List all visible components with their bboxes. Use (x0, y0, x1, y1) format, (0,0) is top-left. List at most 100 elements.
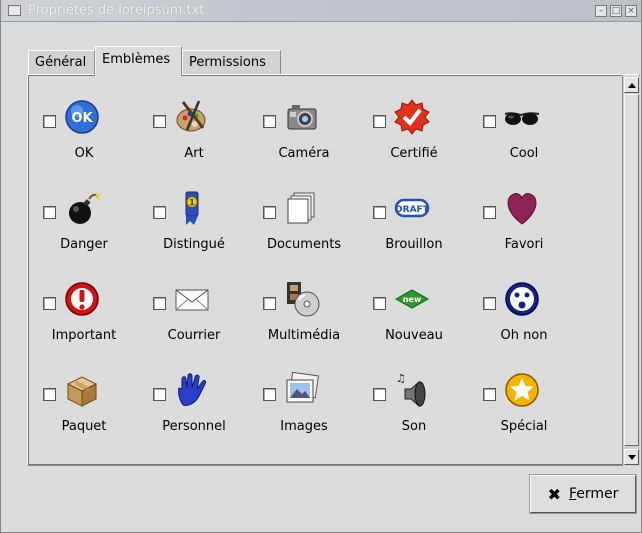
emblem-checkbox[interactable] (43, 388, 56, 401)
emblem-label: Certifié (390, 146, 438, 161)
emblem-brouillon[interactable]: DRAFT Brouillon (359, 182, 469, 262)
emblem-label: Nouveau (385, 328, 443, 343)
ribbon-icon: 1 (173, 189, 211, 227)
emblem-label: OK (74, 146, 94, 161)
emblem-label: Cool (509, 146, 539, 161)
speaker-icon: ♫ (393, 371, 431, 409)
emblem-special[interactable]: Spécial (469, 364, 579, 444)
emblem-label: Multimédia (267, 328, 341, 343)
emblem-art[interactable]: Art (139, 91, 249, 171)
emblem-checkbox[interactable] (373, 115, 386, 128)
emblem-ok[interactable]: OK OK (29, 91, 139, 171)
emblem-label: Art (184, 146, 204, 161)
tab-emblems[interactable]: Emblèmes (95, 46, 182, 76)
package-icon (63, 371, 101, 409)
vertical-scrollbar[interactable] (622, 76, 640, 466)
close-button[interactable]: ✖ Fermer (529, 474, 637, 514)
scroll-down-button[interactable] (624, 449, 639, 465)
emblem-checkbox[interactable] (43, 206, 56, 219)
certified-icon (393, 98, 431, 136)
emblem-checkbox[interactable] (43, 297, 56, 310)
emblem-images[interactable]: Images (249, 364, 359, 444)
bomb-icon (63, 189, 101, 227)
emblem-checkbox[interactable] (153, 206, 166, 219)
emblems-grid: OK OK Art Caméra Certifié Cool Danger 1 Distingu… (29, 76, 623, 466)
emblem-important[interactable]: Important (29, 273, 139, 353)
emblem-checkbox[interactable] (153, 115, 166, 128)
emblem-favori[interactable]: Favori (469, 182, 579, 262)
sunglasses-icon (503, 98, 541, 136)
svg-text:♫: ♫ (396, 372, 406, 385)
multimedia-icon (283, 280, 321, 318)
emblem-checkbox[interactable] (263, 297, 276, 310)
ok-icon: OK (63, 98, 101, 136)
close-button-label: Fermer (569, 486, 618, 502)
emblem-label: Courrier (167, 328, 221, 343)
tab-general[interactable]: Général (28, 50, 95, 74)
envelope-icon (173, 280, 211, 318)
emblem-oh-non[interactable]: Oh non (469, 273, 579, 353)
oh-no-icon (503, 280, 541, 318)
emblem-checkbox[interactable] (43, 115, 56, 128)
emblem-personnel[interactable]: Personnel (139, 364, 249, 444)
pictures-icon (283, 371, 321, 409)
emblems-panel: OK OK Art Caméra Certifié Cool Danger 1 Distingu… (27, 74, 640, 466)
maximize-button[interactable]: □ (610, 5, 622, 17)
palette-icon (173, 98, 211, 136)
emblem-label: Paquet (61, 419, 107, 434)
emblem-checkbox[interactable] (373, 206, 386, 219)
emblem-label: Distingué (163, 237, 225, 252)
window-menu-icon[interactable] (8, 5, 21, 16)
draft-icon: DRAFT (393, 189, 431, 227)
emblem-checkbox[interactable] (153, 297, 166, 310)
emblem-son[interactable]: ♫ Son (359, 364, 469, 444)
scroll-up-button[interactable] (624, 77, 639, 93)
emblem-label: Danger (60, 237, 108, 252)
emblem-checkbox[interactable] (153, 388, 166, 401)
emblem-checkbox[interactable] (483, 388, 496, 401)
hand-icon (173, 371, 211, 409)
documents-icon (283, 189, 321, 227)
emblem-checkbox[interactable] (373, 297, 386, 310)
emblem-multimedia[interactable]: Multimédia (249, 273, 359, 353)
minimize-button[interactable]: – (595, 5, 607, 17)
emblem-checkbox[interactable] (483, 206, 496, 219)
svg-text:new: new (403, 295, 422, 304)
emblem-label: Documents (266, 237, 342, 252)
emblem-label: Images (280, 419, 328, 434)
emblem-label: Oh non (500, 328, 548, 343)
emblem-checkbox[interactable] (263, 115, 276, 128)
emblem-label: Caméra (278, 146, 330, 161)
emblem-label: Brouillon (385, 237, 443, 252)
emblem-documents[interactable]: Documents (249, 182, 359, 262)
title-bar[interactable]: Propriétés de loreipsum.txt – □ × (1, 0, 641, 22)
exclamation-icon (63, 280, 101, 318)
new-icon: new (393, 280, 431, 318)
emblem-checkbox[interactable] (483, 297, 496, 310)
emblem-danger[interactable]: Danger (29, 182, 139, 262)
emblem-distingue[interactable]: 1 Distingué (139, 182, 249, 262)
close-icon: ✖ (547, 484, 561, 504)
emblem-label: Son (401, 419, 427, 434)
emblems-viewport: OK OK Art Caméra Certifié Cool Danger 1 Distingu… (28, 75, 640, 466)
emblem-checkbox[interactable] (373, 388, 386, 401)
star-icon (503, 371, 541, 409)
tab-permissions[interactable]: Permissions (182, 50, 281, 74)
close-label-rest: ermer (576, 486, 619, 502)
scroll-thumb[interactable] (624, 94, 639, 446)
close-window-button[interactable]: × (625, 5, 637, 17)
emblem-nouveau[interactable]: new Nouveau (359, 273, 469, 353)
emblem-certifie[interactable]: Certifié (359, 91, 469, 171)
emblem-label: Spécial (500, 419, 548, 434)
emblem-checkbox[interactable] (483, 115, 496, 128)
svg-text:DRAFT: DRAFT (395, 205, 430, 215)
emblem-courrier[interactable]: Courrier (139, 273, 249, 353)
emblem-cool[interactable]: Cool (469, 91, 579, 171)
emblem-camera[interactable]: Caméra (249, 91, 359, 171)
camera-icon (283, 98, 321, 136)
emblem-label: Important (51, 328, 117, 343)
emblem-label: Favori (504, 237, 544, 252)
emblem-paquet[interactable]: Paquet (29, 364, 139, 444)
emblem-checkbox[interactable] (263, 388, 276, 401)
emblem-checkbox[interactable] (263, 206, 276, 219)
